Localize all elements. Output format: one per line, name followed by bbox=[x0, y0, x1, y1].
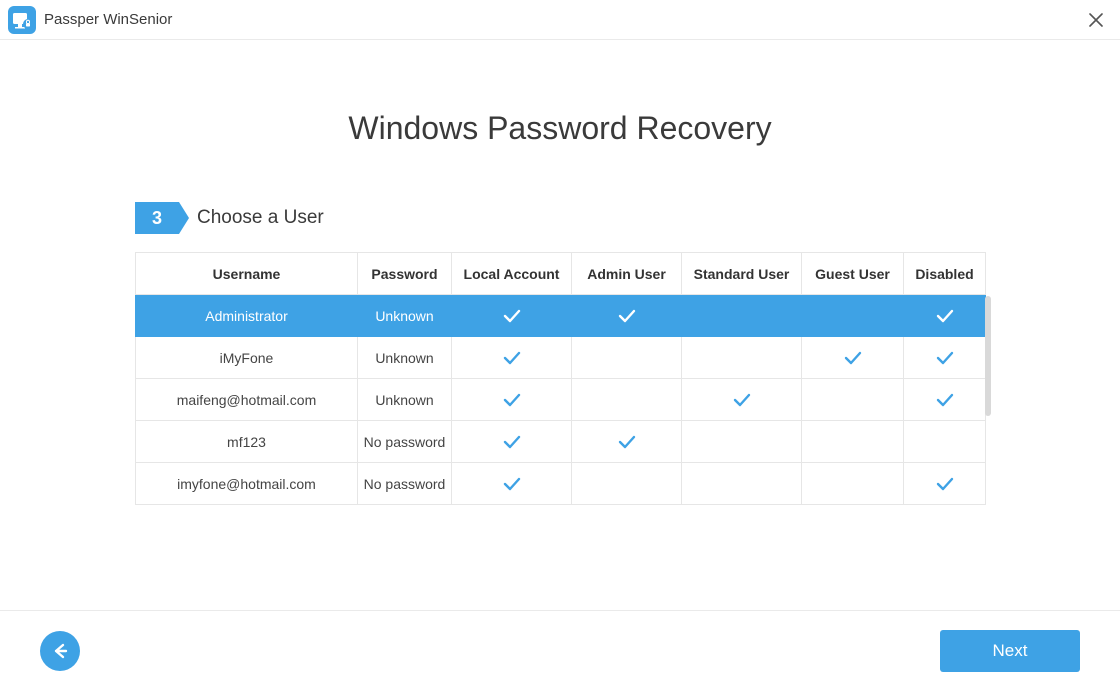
cell-disabled bbox=[904, 421, 986, 463]
col-username: Username bbox=[136, 253, 358, 295]
cell-standard bbox=[682, 463, 802, 505]
cell-disabled bbox=[904, 295, 986, 337]
cell-guest bbox=[802, 295, 904, 337]
cell-local bbox=[452, 295, 572, 337]
check-icon bbox=[503, 309, 521, 323]
arrow-left-icon bbox=[50, 641, 70, 661]
next-button[interactable]: Next bbox=[940, 630, 1080, 672]
app-icon bbox=[8, 6, 36, 34]
cell-disabled bbox=[904, 337, 986, 379]
cell-username: mf123 bbox=[136, 421, 358, 463]
cell-password: Unknown bbox=[358, 379, 452, 421]
table-header-row: Username Password Local Account Admin Us… bbox=[136, 253, 986, 295]
cell-guest bbox=[802, 421, 904, 463]
cell-standard bbox=[682, 295, 802, 337]
cell-standard bbox=[682, 379, 802, 421]
table-row[interactable]: iMyFoneUnknown bbox=[136, 337, 986, 379]
user-table-wrap: Username Password Local Account Admin Us… bbox=[135, 252, 985, 505]
cell-guest bbox=[802, 337, 904, 379]
col-password: Password bbox=[358, 253, 452, 295]
col-disabled: Disabled bbox=[904, 253, 986, 295]
cell-admin bbox=[572, 337, 682, 379]
cell-local bbox=[452, 337, 572, 379]
close-icon bbox=[1089, 13, 1103, 27]
user-table: Username Password Local Account Admin Us… bbox=[135, 252, 986, 505]
scrollbar-thumb[interactable] bbox=[985, 296, 991, 416]
check-icon bbox=[503, 435, 521, 449]
check-icon bbox=[844, 351, 862, 365]
cell-admin bbox=[572, 379, 682, 421]
table-row[interactable]: AdministratorUnknown bbox=[136, 295, 986, 337]
check-icon bbox=[618, 309, 636, 323]
cell-local bbox=[452, 421, 572, 463]
close-button[interactable] bbox=[1080, 4, 1112, 36]
cell-admin bbox=[572, 295, 682, 337]
step-indicator: 3 Choose a User bbox=[135, 202, 985, 234]
cell-disabled bbox=[904, 463, 986, 505]
page-title: Windows Password Recovery bbox=[348, 110, 771, 147]
cell-standard bbox=[682, 421, 802, 463]
col-guest: Guest User bbox=[802, 253, 904, 295]
scrollbar-track[interactable] bbox=[985, 296, 991, 476]
titlebar-left: Passper WinSenior bbox=[8, 6, 172, 34]
cell-username: Administrator bbox=[136, 295, 358, 337]
check-icon bbox=[936, 309, 954, 323]
step-number-badge: 3 bbox=[135, 202, 179, 234]
check-icon bbox=[503, 351, 521, 365]
check-icon bbox=[936, 393, 954, 407]
cell-local bbox=[452, 379, 572, 421]
titlebar: Passper WinSenior bbox=[0, 0, 1120, 40]
cell-admin bbox=[572, 421, 682, 463]
check-icon bbox=[936, 477, 954, 491]
cell-guest bbox=[802, 379, 904, 421]
table-row[interactable]: mf123No password bbox=[136, 421, 986, 463]
check-icon bbox=[936, 351, 954, 365]
main-content: Windows Password Recovery 3 Choose a Use… bbox=[0, 40, 1120, 610]
cell-admin bbox=[572, 463, 682, 505]
footer: Next bbox=[0, 610, 1120, 690]
cell-username: imyfone@hotmail.com bbox=[136, 463, 358, 505]
back-button[interactable] bbox=[40, 631, 80, 671]
check-icon bbox=[503, 477, 521, 491]
table-row[interactable]: maifeng@hotmail.comUnknown bbox=[136, 379, 986, 421]
cell-password: No password bbox=[358, 463, 452, 505]
cell-standard bbox=[682, 337, 802, 379]
col-standard: Standard User bbox=[682, 253, 802, 295]
col-admin: Admin User bbox=[572, 253, 682, 295]
cell-password: Unknown bbox=[358, 337, 452, 379]
cell-password: No password bbox=[358, 421, 452, 463]
check-icon bbox=[503, 393, 521, 407]
cell-local bbox=[452, 463, 572, 505]
table-row[interactable]: imyfone@hotmail.comNo password bbox=[136, 463, 986, 505]
step-label: Choose a User bbox=[197, 207, 324, 229]
app-title: Passper WinSenior bbox=[44, 11, 172, 28]
cell-guest bbox=[802, 463, 904, 505]
check-icon bbox=[618, 435, 636, 449]
cell-username: maifeng@hotmail.com bbox=[136, 379, 358, 421]
col-local: Local Account bbox=[452, 253, 572, 295]
cell-password: Unknown bbox=[358, 295, 452, 337]
check-icon bbox=[733, 393, 751, 407]
cell-disabled bbox=[904, 379, 986, 421]
cell-username: iMyFone bbox=[136, 337, 358, 379]
